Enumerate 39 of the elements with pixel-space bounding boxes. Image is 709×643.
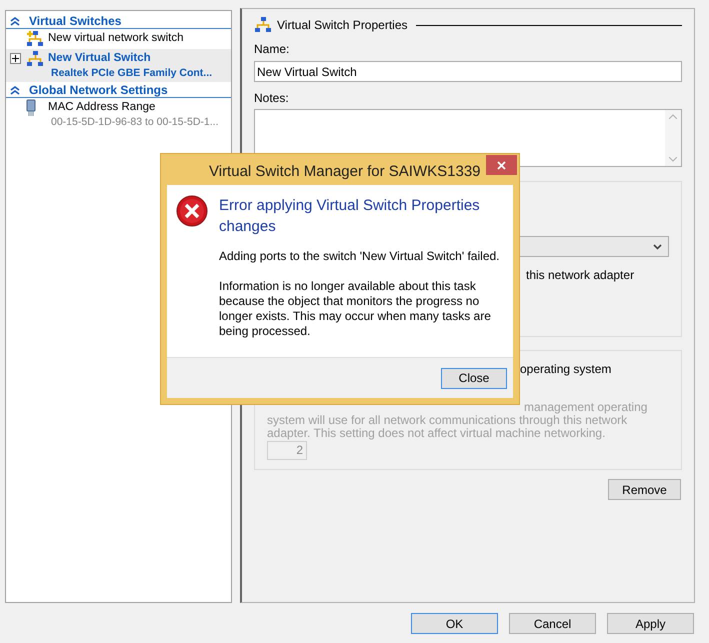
- error-message: Information is no longer available about this task because the object that monitors the progress no longer exists. This may occur when many tasks are being processed.: [219, 279, 492, 339]
- network-icon: [254, 16, 272, 34]
- collapse-icon[interactable]: [10, 84, 20, 94]
- vlan-heading: operating system: [520, 362, 612, 376]
- notes-label: Notes:: [254, 90, 290, 106]
- vlan-description: system will use for all network communications through this network adapter. This setting does not affect virtual machine networking.: [267, 414, 628, 440]
- item-label: New virtual network switch: [48, 31, 184, 46]
- section-header[interactable]: Virtual Switches: [29, 12, 122, 30]
- vlan-description-fragment: management operating: [524, 400, 648, 414]
- item-detail: 00-15-5D-1D-96-83 to 00-15-5D-1...: [50, 115, 218, 130]
- error-message: Adding ports to the switch 'New Virtual Switch' failed.: [219, 249, 500, 264]
- item-label: New Virtual Switch: [48, 51, 152, 66]
- add-network-icon: [26, 30, 44, 48]
- navigation-item[interactable]: New Virtual Switch Realtek PCIe GBE Family Cont...: [6, 49, 231, 82]
- plus-icon: [12, 55, 19, 62]
- expand-toggle[interactable]: [10, 53, 21, 64]
- close-dialog-button[interactable]: Close: [441, 368, 507, 388]
- item-label: MAC Address Range: [48, 100, 156, 115]
- navigation-item[interactable]: New virtual network switch: [6, 29, 231, 49]
- close-icon: [497, 160, 506, 170]
- section-header[interactable]: Global Network Settings: [29, 80, 168, 98]
- dropdown-chevron-icon: [653, 244, 662, 250]
- close-button[interactable]: [486, 155, 517, 175]
- name-field[interactable]: New Virtual Switch: [254, 61, 682, 82]
- dialog-button[interactable]: OK: [411, 613, 498, 634]
- adapter-icon: [26, 99, 36, 117]
- dialog-button[interactable]: Apply: [607, 613, 694, 634]
- item-detail: Realtek PCIe GBE Family Cont...: [50, 66, 212, 81]
- remove-button[interactable]: Remove: [608, 479, 681, 500]
- collapse-icon[interactable]: [10, 16, 20, 26]
- network-icon: [26, 50, 44, 68]
- navigation-item[interactable]: MAC Address Range 00-15-5D-1D-96-83 to 00-15-5D-1...: [6, 98, 231, 131]
- connection-text: this network adapter: [526, 268, 634, 282]
- section-title: Virtual Switch Properties: [277, 17, 408, 34]
- error-heading: Error applying Virtual Switch Properties changes: [219, 196, 481, 237]
- error-icon: [176, 195, 208, 227]
- dialog-button[interactable]: Cancel: [509, 613, 596, 634]
- dialog-title: Virtual Switch Manager for SAIWKS1339: [209, 162, 481, 182]
- name-label: Name:: [254, 41, 290, 57]
